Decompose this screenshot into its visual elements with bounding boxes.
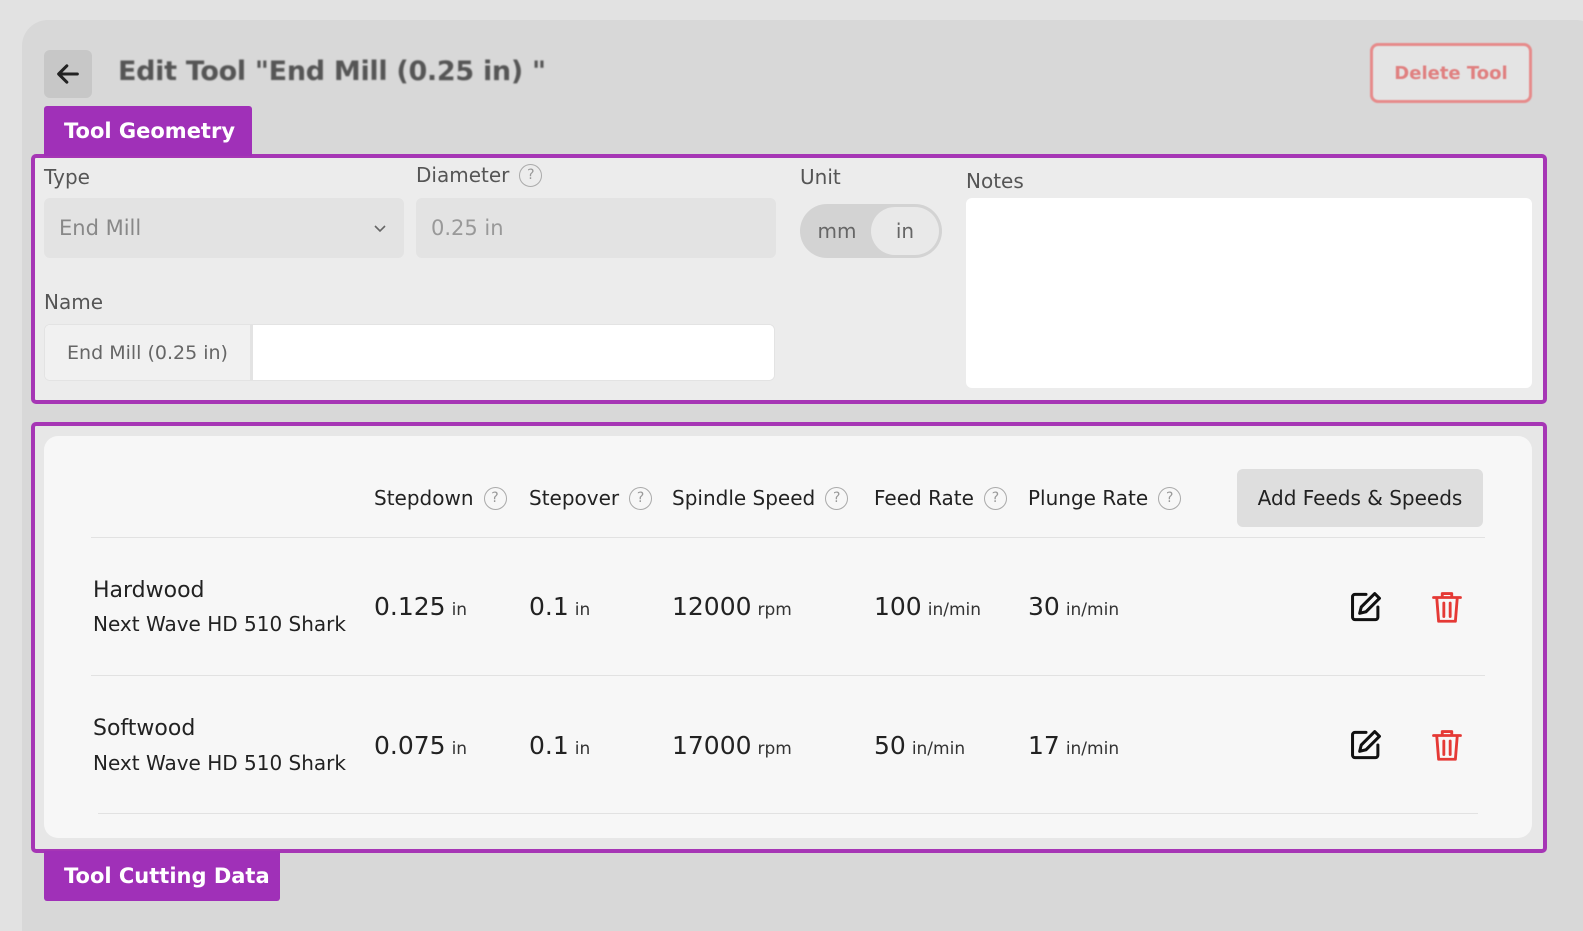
unit-label: Unit	[800, 165, 841, 189]
row-material: Hardwood	[93, 578, 205, 603]
cell-plunge-rate: 17 in/min	[1028, 731, 1120, 760]
edit-icon	[1351, 592, 1381, 622]
page-title: Edit Tool "End Mill (0.25 in) "	[118, 56, 546, 87]
divider	[91, 537, 1485, 538]
diameter-placeholder: 0.25 in	[431, 216, 504, 240]
cell-stepover: 0.1 in	[529, 592, 591, 621]
cell-feed-rate: 100 in/min	[874, 592, 982, 621]
cell-spindle-speed: 17000 rpm	[672, 731, 792, 760]
column-spindle-speed: Spindle Speed ?	[672, 486, 849, 510]
name-field: End Mill (0.25 in)	[44, 324, 775, 381]
name-label: Name	[44, 290, 104, 314]
cell-plunge-rate: 30 in/min	[1028, 592, 1120, 621]
column-stepover: Stepover ?	[529, 486, 653, 510]
tab-tool-cutting-data[interactable]: Tool Cutting Data	[44, 851, 280, 901]
unit-option-mm[interactable]: mm	[803, 207, 871, 255]
question-circle-icon[interactable]: ?	[825, 486, 849, 510]
edit-row-button[interactable]	[1345, 724, 1387, 766]
diameter-input[interactable]: 0.25 in	[416, 198, 776, 258]
name-prefix: End Mill (0.25 in)	[45, 325, 253, 380]
cell-stepover: 0.1 in	[529, 731, 591, 760]
row-material: Softwood	[93, 716, 196, 741]
divider	[98, 813, 1478, 814]
back-button[interactable]	[44, 50, 92, 98]
type-select[interactable]: End Mill	[44, 198, 404, 258]
edit-row-button[interactable]	[1345, 586, 1387, 628]
tab-tool-geometry[interactable]: Tool Geometry	[44, 106, 252, 156]
name-input[interactable]	[253, 325, 774, 380]
cell-feed-rate: 50 in/min	[874, 731, 966, 760]
notes-textarea[interactable]	[966, 198, 1532, 388]
notes-label: Notes	[966, 169, 1024, 193]
diameter-label: Diameter ?	[416, 163, 543, 187]
cell-stepdown: 0.075 in	[374, 731, 468, 760]
cell-stepdown: 0.125 in	[374, 592, 468, 621]
type-select-value: End Mill	[59, 216, 142, 240]
add-feeds-speeds-button[interactable]: Add Feeds & Speeds	[1237, 469, 1483, 527]
question-circle-icon[interactable]: ?	[483, 486, 507, 510]
unit-toggle[interactable]: mm in	[800, 204, 942, 258]
question-circle-icon[interactable]: ?	[519, 163, 543, 187]
chevron-down-icon	[374, 225, 386, 233]
type-label: Type	[44, 165, 90, 189]
edit-icon	[1351, 730, 1381, 760]
row-machine: Next Wave HD 510 Shark	[93, 612, 346, 636]
question-circle-icon[interactable]: ?	[629, 486, 653, 510]
column-plunge-rate: Plunge Rate ?	[1028, 486, 1182, 510]
column-stepdown: Stepdown ?	[374, 486, 507, 510]
question-circle-icon[interactable]: ?	[983, 486, 1007, 510]
trash-icon	[1432, 730, 1462, 761]
delete-row-button[interactable]	[1426, 586, 1468, 628]
trash-icon	[1432, 592, 1462, 623]
arrow-left-icon	[57, 64, 79, 84]
row-machine: Next Wave HD 510 Shark	[93, 751, 346, 775]
unit-option-in[interactable]: in	[871, 207, 939, 255]
question-circle-icon[interactable]: ?	[1158, 486, 1182, 510]
divider	[91, 675, 1485, 676]
cell-spindle-speed: 12000 rpm	[672, 592, 792, 621]
column-feed-rate: Feed Rate ?	[874, 486, 1007, 510]
delete-tool-button[interactable]: Delete Tool	[1370, 43, 1532, 103]
delete-row-button[interactable]	[1426, 724, 1468, 766]
